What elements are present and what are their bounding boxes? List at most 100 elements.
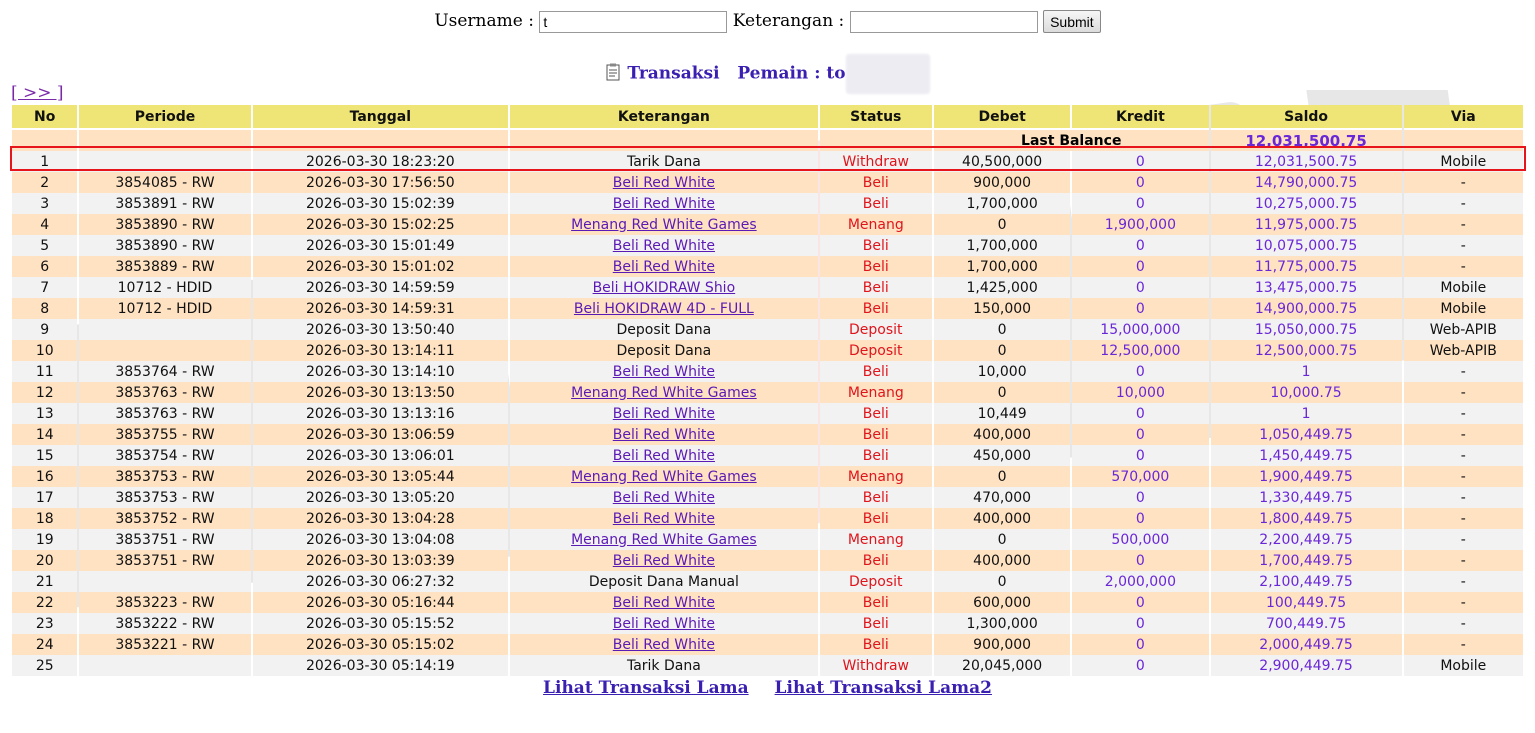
row-no: 13 (12, 403, 78, 424)
last-balance-label: Last Balance (933, 130, 1209, 151)
row-no: 1 (12, 151, 78, 172)
keterangan-link[interactable]: Beli Red White (613, 427, 715, 443)
row-via: - (1403, 550, 1523, 571)
row-debet: 400,000 (933, 508, 1071, 529)
table-row: 20 3853751 - RW 2026-03-30 13:03:39 Beli Re… (12, 550, 1523, 571)
row-tanggal: 2026-03-30 15:02:25 (252, 214, 509, 235)
row-saldo: 10,000.75 (1210, 382, 1402, 403)
row-no: 23 (12, 613, 78, 634)
keterangan-link[interactable]: Beli Red White (613, 511, 715, 527)
row-no: 5 (12, 235, 78, 256)
row-keterangan: Beli Red White (510, 172, 818, 193)
row-via: - (1403, 256, 1523, 277)
row-tanggal: 2026-03-30 13:50:40 (252, 319, 509, 340)
row-tanggal: 2026-03-30 15:02:39 (252, 193, 509, 214)
row-via: Mobile (1403, 298, 1523, 319)
row-via: - (1403, 445, 1523, 466)
row-periode (79, 655, 251, 676)
row-tanggal: 2026-03-30 13:06:01 (252, 445, 509, 466)
keterangan-link[interactable]: Beli Red White (613, 259, 715, 275)
row-via: Mobile (1403, 655, 1523, 676)
next-page-link[interactable]: [ >> ] (11, 83, 64, 103)
row-no: 12 (12, 382, 78, 403)
row-tanggal: 2026-03-30 05:14:19 (252, 655, 509, 676)
row-debet: 0 (933, 529, 1071, 550)
row-status: Beli (819, 193, 932, 214)
row-tanggal: 2026-03-30 13:03:39 (252, 550, 509, 571)
keterangan-link[interactable]: Beli Red White (613, 490, 715, 506)
row-keterangan: Beli Red White (510, 235, 818, 256)
row-via: - (1403, 214, 1523, 235)
row-tanggal: 2026-03-30 13:14:10 (252, 361, 509, 382)
keterangan-link[interactable]: Beli Red White (613, 406, 715, 422)
row-via: - (1403, 382, 1523, 403)
keterangan-link[interactable]: Beli Red White (613, 637, 715, 653)
row-keterangan: Beli Red White (510, 550, 818, 571)
row-status: Beli (819, 487, 932, 508)
row-status: Deposit (819, 571, 932, 592)
row-saldo: 15,050,000.75 (1210, 319, 1402, 340)
row-periode: 3853753 - RW (79, 466, 251, 487)
keterangan-link[interactable]: Beli HOKIDRAW Shio (593, 280, 736, 296)
submit-button[interactable]: Submit (1043, 10, 1101, 33)
keterangan-link[interactable]: Beli Red White (613, 616, 715, 632)
row-saldo: 1 (1210, 361, 1402, 382)
keterangan-link[interactable]: Menang Red White Games (571, 385, 757, 401)
row-keterangan: Beli Red White (510, 256, 818, 277)
table-header-row: No Periode Tanggal Keterangan Status Deb… (12, 105, 1523, 130)
table-row: 18 3853752 - RW 2026-03-30 13:04:28 Beli Re… (12, 508, 1523, 529)
row-saldo: 10,275,000.75 (1210, 193, 1402, 214)
row-kredit: 15,000,000 (1072, 319, 1209, 340)
keterangan-link[interactable]: Beli HOKIDRAW 4D - FULL (574, 301, 754, 317)
row-kredit: 0 (1072, 487, 1209, 508)
row-debet: 1,700,000 (933, 235, 1071, 256)
keterangan-link[interactable]: Beli Red White (613, 553, 715, 569)
row-tanggal: 2026-03-30 14:59:31 (252, 298, 509, 319)
row-status: Beli (819, 550, 932, 571)
row-no: 3 (12, 193, 78, 214)
row-kredit: 570,000 (1072, 466, 1209, 487)
row-via: Mobile (1403, 277, 1523, 298)
table-row: 6 3853889 - RW 2026-03-30 15:01:02 Beli Red… (12, 256, 1523, 277)
keterangan-link[interactable]: Menang Red White Games (571, 469, 757, 485)
row-saldo: 1,700,449.75 (1210, 550, 1402, 571)
row-debet: 0 (933, 319, 1071, 340)
keterangan-link[interactable]: Beli Red White (613, 196, 715, 212)
table-row: 9 2026-03-30 13:50:40 Deposit Dana Deposit 0… (12, 319, 1523, 340)
row-status: Beli (819, 277, 932, 298)
row-debet: 1,425,000 (933, 277, 1071, 298)
row-tanggal: 2026-03-30 13:13:16 (252, 403, 509, 424)
row-periode: 3853763 - RW (79, 382, 251, 403)
lihat-transaksi-lama-link[interactable]: Lihat Transaksi Lama (543, 678, 749, 698)
row-kredit: 0 (1072, 550, 1209, 571)
username-input[interactable] (539, 10, 728, 33)
row-keterangan: Tarik Dana (510, 655, 818, 676)
row-saldo: 100,449.75 (1210, 592, 1402, 613)
row-debet: 400,000 (933, 424, 1071, 445)
keterangan-link[interactable]: Menang Red White Games (571, 532, 757, 548)
row-keterangan: Beli Red White (510, 193, 818, 214)
row-via: - (1403, 613, 1523, 634)
row-keterangan: Beli Red White (510, 592, 818, 613)
keterangan-link[interactable]: Beli Red White (613, 238, 715, 254)
keterangan-link[interactable]: Beli Red White (613, 364, 715, 380)
row-keterangan: Beli Red White (510, 403, 818, 424)
row-saldo: 1,800,449.75 (1210, 508, 1402, 529)
row-no: 9 (12, 319, 78, 340)
row-periode: 3853754 - RW (79, 445, 251, 466)
row-periode: 10712 - HDID (79, 277, 251, 298)
row-status: Beli (819, 445, 932, 466)
header-periode: Periode (79, 105, 251, 130)
table-row: 24 3853221 - RW 2026-03-30 05:15:02 Beli Re… (12, 634, 1523, 655)
keterangan-link[interactable]: Beli Red White (613, 448, 715, 464)
row-via: - (1403, 403, 1523, 424)
row-periode: 3853752 - RW (79, 508, 251, 529)
row-saldo: 700,449.75 (1210, 613, 1402, 634)
keterangan-link[interactable]: Beli Red White (613, 595, 715, 611)
lihat-transaksi-lama2-link[interactable]: Lihat Transaksi Lama2 (775, 678, 992, 698)
row-status: Beli (819, 172, 932, 193)
keterangan-link[interactable]: Menang Red White Games (571, 217, 757, 233)
keterangan-link[interactable]: Beli Red White (613, 175, 715, 191)
row-kredit: 0 (1072, 445, 1209, 466)
keterangan-input[interactable] (849, 10, 1038, 33)
